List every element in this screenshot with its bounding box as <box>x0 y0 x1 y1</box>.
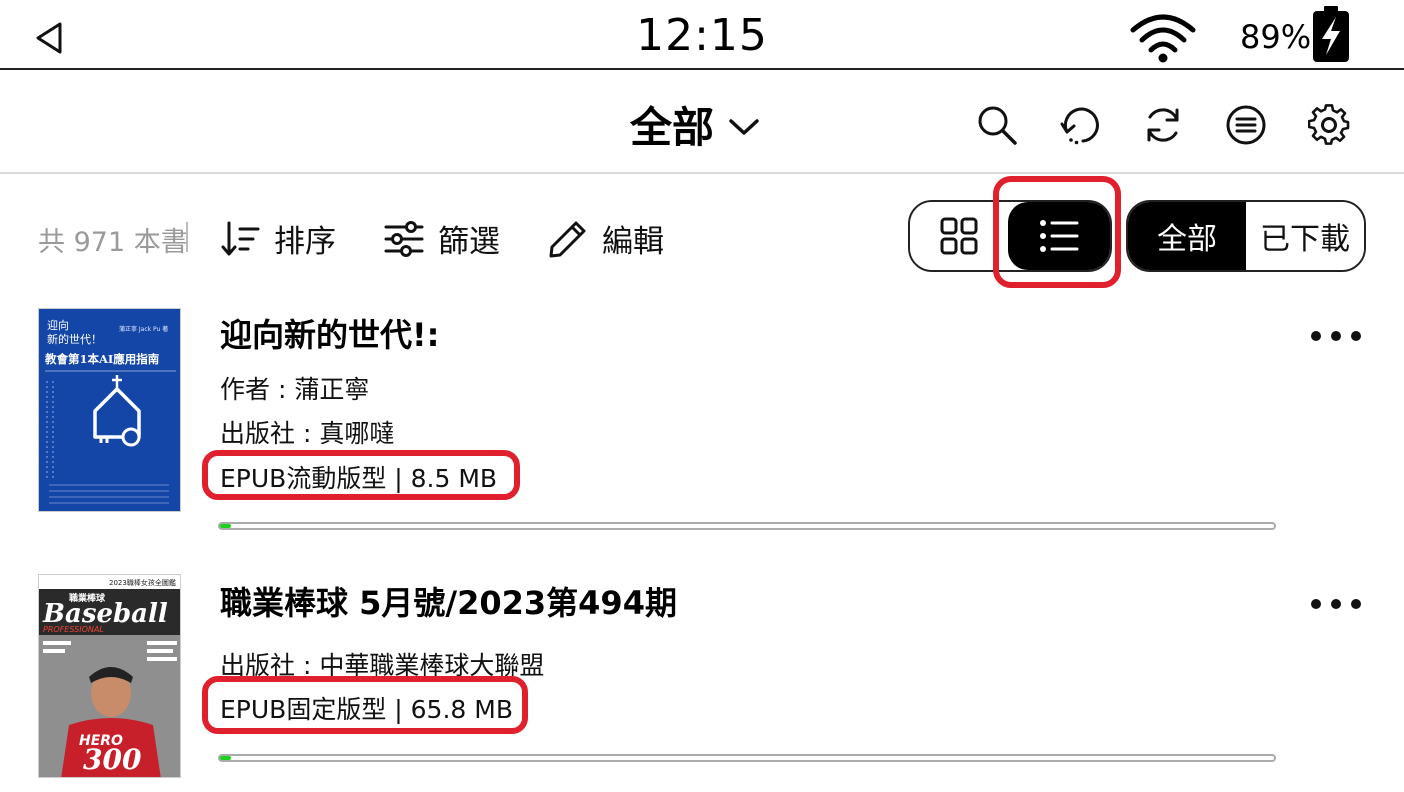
svg-text:300: 300 <box>83 743 142 776</box>
svg-text:迎向: 迎向 <box>47 318 69 332</box>
edit-label: 編輯 <box>602 224 664 260</box>
book-publisher: 出版社 : 真哪噠 <box>220 419 395 448</box>
book-count: 共 971 本書 <box>38 227 188 258</box>
wifi-icon <box>1130 14 1196 63</box>
divider <box>186 222 188 252</box>
book-author: 作者 : 蒲正寧 <box>220 375 370 404</box>
menu-list-icon[interactable] <box>1225 104 1267 146</box>
gear-icon[interactable] <box>1308 104 1350 146</box>
reading-progress-fill <box>220 756 231 760</box>
reading-progress-bar <box>218 522 1276 530</box>
refresh-icon[interactable] <box>1142 104 1184 146</box>
sort-button[interactable]: 排序 <box>220 216 336 261</box>
battery-percent: 89% <box>1240 18 1312 56</box>
filter-button[interactable]: 篩選 <box>384 216 500 261</box>
book-title: 迎向新的世代!: <box>220 316 440 354</box>
book-cover[interactable]: 2023職棒女孩全圖鑑 職業棒球 Baseball PROFESSIONAL H… <box>38 574 181 778</box>
svg-text:2023職棒女孩全圖鑑: 2023職棒女孩全圖鑑 <box>109 578 176 587</box>
filter-downloaded-button[interactable]: 已下載 <box>1246 202 1364 270</box>
sync-history-icon[interactable] <box>1059 104 1101 146</box>
reading-progress-bar <box>218 754 1276 762</box>
filter-label: 篩選 <box>438 224 500 260</box>
annotation-highlight-box <box>993 176 1121 288</box>
edit-button[interactable]: 編輯 <box>548 216 664 261</box>
grid-icon <box>940 217 978 255</box>
status-bar: 12:15 89% <box>0 0 1404 70</box>
book-cover-image: 迎向 新的世代！ 蒲正寧 Jack Pu 著 教會第1本AI應用指南 <box>39 309 180 511</box>
reading-progress-fill <box>220 524 231 528</box>
sort-icon <box>221 221 260 255</box>
filter-all-button[interactable]: 全部 <box>1128 202 1246 270</box>
svg-text:PROFESSIONAL: PROFESSIONAL <box>43 625 104 634</box>
book-cover[interactable]: 迎向 新的世代！ 蒲正寧 Jack Pu 著 教會第1本AI應用指南 <box>38 308 181 512</box>
filter-sliders-icon <box>384 220 424 257</box>
search-icon[interactable] <box>976 104 1018 146</box>
battery-charging-icon <box>1313 6 1349 62</box>
category-selector[interactable]: 全部 <box>630 94 760 155</box>
download-filter-toggle: 全部 已下載 <box>1126 200 1366 272</box>
app-header: 全部 <box>0 72 1404 174</box>
more-options-icon[interactable] <box>1306 326 1366 346</box>
more-options-icon[interactable] <box>1306 594 1366 614</box>
svg-text:新的世代！: 新的世代！ <box>47 332 102 346</box>
book-title: 職業棒球 5月號/2023第494期 <box>220 584 677 622</box>
library-toolbar: 共 971 本書 排序 篩選 編輯 全部 已下載 <box>0 176 1404 296</box>
category-label: 全部 <box>630 103 715 152</box>
sort-label: 排序 <box>274 224 336 260</box>
svg-text:蒲正寧 Jack Pu 著: 蒲正寧 Jack Pu 著 <box>119 325 168 333</box>
chevron-down-icon <box>729 118 759 135</box>
book-format-size: EPUB流動版型 | 8.5 MB <box>220 464 498 493</box>
book-format-size: EPUB固定版型 | 65.8 MB <box>220 695 513 724</box>
book-cover-image: 2023職棒女孩全圖鑑 職業棒球 Baseball PROFESSIONAL H… <box>39 575 180 777</box>
pencil-icon <box>549 221 586 257</box>
svg-text:教會第1本AI應用指南: 教會第1本AI應用指南 <box>44 352 160 366</box>
